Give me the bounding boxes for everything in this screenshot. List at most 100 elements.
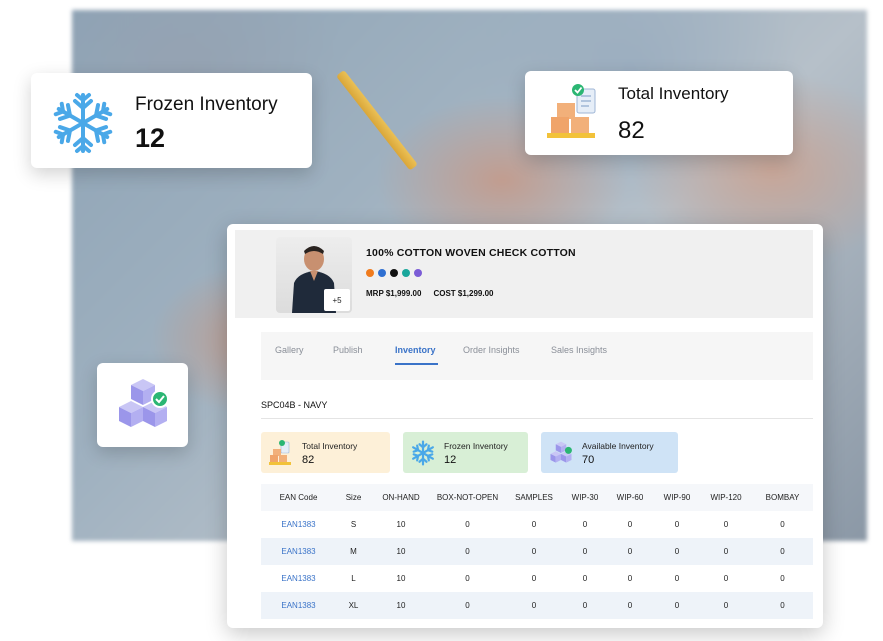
- table-cell: L: [351, 574, 356, 583]
- column-header[interactable]: WIP-120: [700, 484, 752, 511]
- summary-available-title: Available Inventory: [582, 441, 654, 451]
- frozen-inventory-value: 12: [135, 123, 166, 153]
- table-cell: 0: [627, 574, 633, 583]
- summary-card-frozen: Frozen Inventory 12: [403, 432, 528, 473]
- column-header[interactable]: BOX-NOT-OPEN: [431, 484, 504, 511]
- frozen-inventory-title: Frozen Inventory: [135, 94, 278, 115]
- column-header[interactable]: EAN Code: [261, 484, 336, 511]
- summary-card-total: Total Inventory 82: [261, 432, 390, 473]
- table-cell: 0: [780, 520, 785, 529]
- color-swatch[interactable]: [366, 269, 374, 277]
- table-cell: 0: [674, 574, 680, 583]
- table-cell: 0: [504, 538, 564, 565]
- ean-code-link[interactable]: EAN1383: [261, 538, 336, 565]
- active-tab-indicator: [395, 363, 438, 365]
- divider: [261, 418, 813, 419]
- table-cell: 0: [700, 538, 752, 565]
- snowflake-icon: [51, 91, 115, 155]
- table-cell: 0: [606, 592, 654, 619]
- table-cell: 0: [564, 538, 606, 565]
- tab-inventory[interactable]: Inventory: [395, 345, 436, 355]
- cubes-card: [97, 363, 188, 447]
- table-cell: 0: [752, 592, 813, 619]
- table-cell: 10: [396, 574, 406, 583]
- table-row: EAN1383 L 10 0 0 0 0 0 0 0: [261, 565, 813, 592]
- table-cell: 0: [564, 592, 606, 619]
- product-name: 100% COTTON WOVEN CHECK COTTON: [366, 247, 576, 259]
- frozen-inventory-card: Frozen Inventory 12: [31, 73, 312, 168]
- color-swatch[interactable]: [390, 269, 398, 277]
- column-header[interactable]: BOMBAY: [752, 484, 813, 511]
- snowflake-icon: [409, 439, 437, 467]
- product-image[interactable]: +5: [276, 237, 352, 313]
- table-cell: 10: [371, 538, 431, 565]
- table-header-row: EAN Code Size ON-HAND BOX-NOT-OPEN SAMPL…: [261, 484, 813, 511]
- inventory-table: EAN Code Size ON-HAND BOX-NOT-OPEN SAMPL…: [261, 484, 813, 619]
- summary-frozen-value: 12: [444, 454, 457, 466]
- table-cell: 0: [723, 520, 729, 529]
- cubes-check-icon: [111, 373, 175, 437]
- table-cell: 10: [371, 592, 431, 619]
- table-cell: 0: [431, 592, 504, 619]
- table-cell: 0: [752, 538, 813, 565]
- color-swatch[interactable]: [378, 269, 386, 277]
- total-inventory-title: Total Inventory: [618, 84, 729, 103]
- column-header[interactable]: WIP-90: [654, 484, 700, 511]
- sku-label: SPC04B - NAVY: [261, 400, 328, 410]
- boxes-checklist-icon: [543, 81, 605, 143]
- boxes-icon: [267, 439, 295, 467]
- summary-frozen-title: Frozen Inventory: [444, 441, 508, 451]
- column-header[interactable]: SAMPLES: [504, 484, 564, 511]
- table-cell: 0: [606, 538, 654, 565]
- color-swatch[interactable]: [414, 269, 422, 277]
- tab-sales-insights[interactable]: Sales Insights: [551, 345, 607, 355]
- table-cell: 0: [431, 538, 504, 565]
- table-cell: XL: [336, 592, 371, 619]
- table-cell: S: [350, 520, 357, 529]
- table-cell: 0: [504, 592, 564, 619]
- table-cell: 0: [531, 574, 537, 583]
- table-cell: 0: [780, 574, 785, 583]
- total-inventory-card: Total Inventory 82: [525, 71, 793, 155]
- tab-gallery[interactable]: Gallery: [275, 345, 304, 355]
- column-header[interactable]: Size: [336, 484, 371, 511]
- column-header[interactable]: WIP-30: [564, 484, 606, 511]
- table-cell: 0: [465, 574, 470, 583]
- tab-publish[interactable]: Publish: [333, 345, 363, 355]
- table-cell: 0: [654, 538, 700, 565]
- mrp-price: MRP $1,999.00: [366, 289, 422, 298]
- table-cell: 0: [723, 574, 729, 583]
- table-cell: 0: [582, 520, 588, 529]
- tab-order-insights[interactable]: Order Insights: [463, 345, 520, 355]
- inventory-content: SPC04B - NAVY Total Inventory 82 Frozen …: [261, 380, 813, 628]
- table-cell: 0: [582, 574, 588, 583]
- product-panel: +5 100% COTTON WOVEN CHECK COTTON MRP $1…: [227, 224, 823, 628]
- color-swatch[interactable]: [402, 269, 410, 277]
- table-cell: 10: [396, 520, 406, 529]
- product-header: +5 100% COTTON WOVEN CHECK COTTON MRP $1…: [235, 230, 813, 318]
- table-row: EAN1383 S 10 0 0 0 0 0 0 0: [261, 511, 813, 538]
- summary-card-available: Available Inventory 70: [541, 432, 678, 473]
- table-cell: 0: [531, 520, 537, 529]
- cost-price: COST $1,299.00: [433, 289, 494, 298]
- summary-total-title: Total Inventory: [302, 441, 358, 451]
- product-prices: MRP $1,999.00 COST $1,299.00: [366, 289, 494, 298]
- more-images-badge[interactable]: +5: [324, 289, 350, 311]
- table-row: EAN1383 XL 10 0 0 0 0 0 0 0: [261, 592, 813, 619]
- table-cell: 0: [700, 592, 752, 619]
- ean-code-link[interactable]: EAN1383: [261, 565, 336, 592]
- table-cell: 0: [627, 520, 633, 529]
- table-cell: 0: [674, 520, 680, 529]
- ean-code-link[interactable]: EAN1383: [261, 511, 336, 538]
- column-header[interactable]: WIP-60: [606, 484, 654, 511]
- ean-code-link[interactable]: EAN1383: [261, 592, 336, 619]
- color-swatches: [366, 269, 422, 277]
- table-row: EAN1383 M 10 0 0 0 0 0 0 0: [261, 538, 813, 565]
- cubes-icon: [547, 439, 575, 467]
- summary-total-value: 82: [302, 454, 315, 466]
- summary-available-value: 70: [582, 454, 595, 466]
- column-header[interactable]: ON-HAND: [371, 484, 431, 511]
- tab-bar: Gallery Publish Inventory Order Insights…: [261, 332, 813, 380]
- total-inventory-value: 82: [618, 117, 645, 144]
- table-cell: M: [336, 538, 371, 565]
